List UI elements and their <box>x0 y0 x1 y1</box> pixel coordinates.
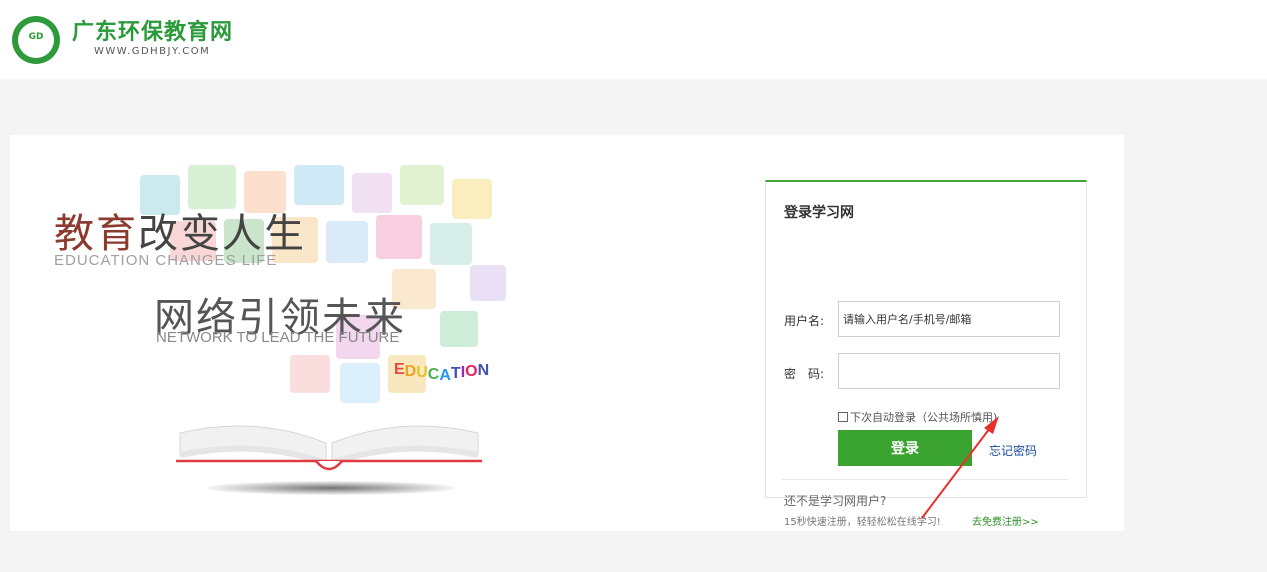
password-label: 密 码: <box>784 367 825 381</box>
education-letter: C <box>427 366 440 383</box>
username-input[interactable] <box>838 301 1060 337</box>
divider <box>782 479 1068 480</box>
login-panel: 登录学习网 用户名: 密 码: 下次自动登录（公共场所慎用) 登录 忘记密码 还… <box>765 180 1087 528</box>
remember-label: 下次自动登录（公共场所慎用) <box>850 411 998 424</box>
forgot-password-link[interactable]: 忘记密码 <box>989 442 1037 459</box>
slogan-line1: 教育改变人生 <box>54 201 306 259</box>
slogan-line1-part1: 教育 <box>54 211 138 257</box>
education-word: EDUCATION <box>394 361 490 384</box>
not-user-text: 还不是学习网用户? <box>784 494 887 508</box>
book-shadow <box>206 481 456 495</box>
education-letter: U <box>416 364 428 381</box>
password-input[interactable] <box>838 353 1060 389</box>
education-letter: D <box>404 363 417 380</box>
slogan-line1-en: EDUCATION CHANGES LIFE <box>54 252 278 269</box>
logo-badge-text: GD <box>28 32 44 42</box>
site-name[interactable]: 广东环保教育网 <box>72 14 233 46</box>
login-button[interactable]: 登录 <box>838 430 972 466</box>
site-header: GD 广东环保教育网 WWW.GDHBJY.COM <box>0 0 1267 79</box>
main-card: 教育改变人生 EDUCATION CHANGES LIFE 网络引领未来 NET… <box>10 135 1124 531</box>
username-label: 用户名: <box>784 314 825 328</box>
education-letter: E <box>394 361 405 378</box>
remember-checkbox[interactable] <box>838 412 848 422</box>
slogan-line2-en: NETWORK TO LEAD THE FUTURE <box>156 329 400 346</box>
open-book-icon <box>176 425 482 471</box>
education-letter: N <box>477 362 490 379</box>
logo-icon[interactable]: GD <box>12 16 60 64</box>
slogan-line1-part2: 改变人生 <box>138 211 306 257</box>
education-letter: A <box>439 367 451 384</box>
register-link[interactable]: 去免费注册>> <box>972 513 1039 528</box>
education-letter: T <box>450 365 461 382</box>
site-url: WWW.GDHBJY.COM <box>94 46 211 57</box>
login-title: 登录学习网 <box>784 205 854 221</box>
quick-register-text: 15秒快速注册，轻轻松松在线学习! <box>784 517 941 528</box>
education-letter: O <box>465 363 478 380</box>
remember-me[interactable]: 下次自动登录（公共场所慎用) <box>838 409 997 425</box>
